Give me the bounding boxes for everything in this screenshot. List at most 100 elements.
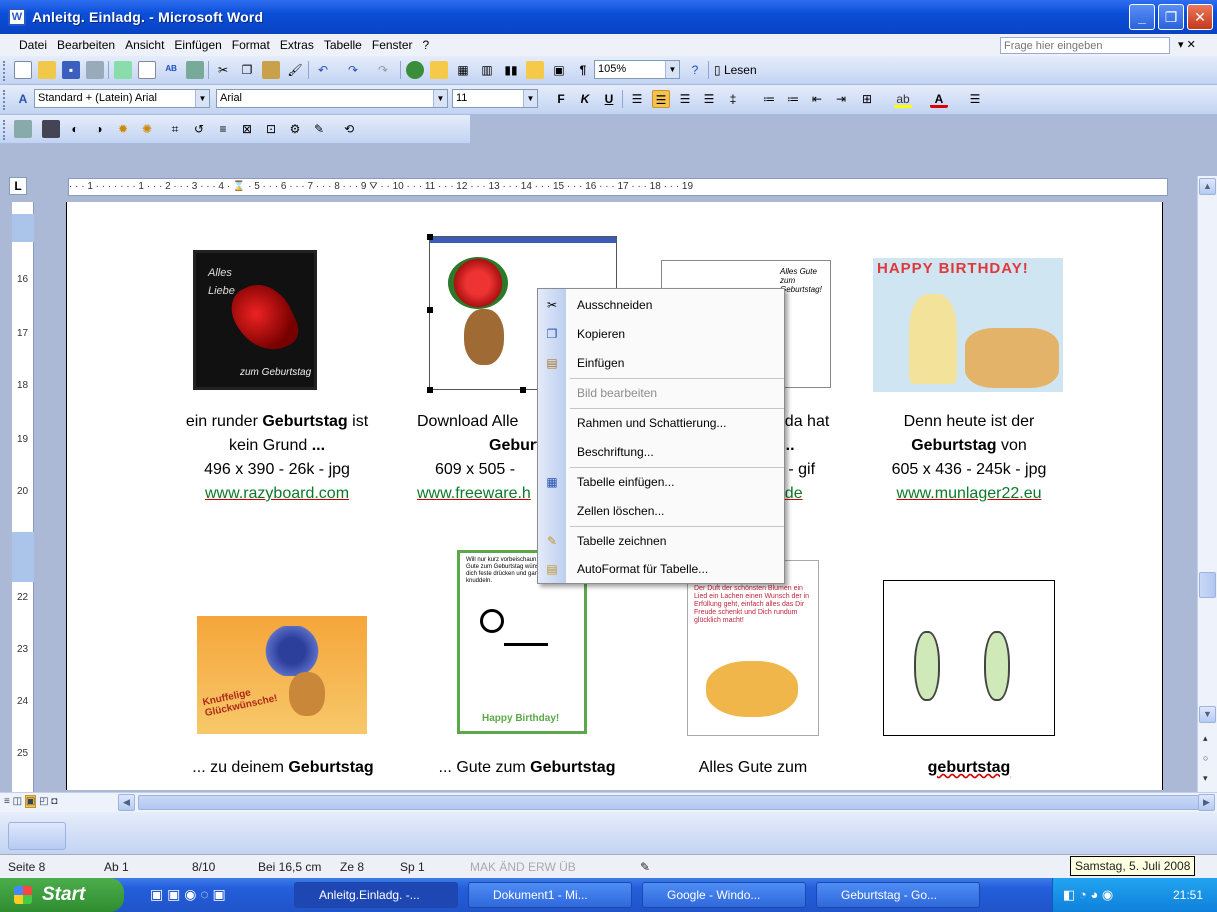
columns-icon[interactable]: ▮▮ xyxy=(502,61,520,79)
ruler-track[interactable]: · · · 1 · · · · · · · 1 · · · 2 · · · 3 … xyxy=(68,178,1168,196)
help-dropdown-icon[interactable]: ▾ ✕ xyxy=(1178,38,1196,51)
menu-format[interactable]: Format xyxy=(227,35,275,55)
task-google[interactable]: Google - Windo... xyxy=(642,882,806,908)
list-styles-icon[interactable]: ☰ xyxy=(966,90,984,108)
bold-icon[interactable]: F xyxy=(552,90,570,108)
scroll-left-icon[interactable]: ◀ xyxy=(118,794,135,811)
redo-icon[interactable]: ↷ xyxy=(344,61,362,79)
horizontal-scrollbar[interactable]: ≡ ◫ ▣ ◰ ◘ ◀ ▶ xyxy=(0,792,1217,812)
decrease-indent-icon[interactable]: ⇤ xyxy=(808,90,826,108)
menu-item-einfuegen[interactable]: ▤ Einfügen xyxy=(538,349,784,378)
highlight-icon[interactable]: ab xyxy=(894,90,912,108)
tray-icons[interactable]: ◧ ◔ ◕ ◉ xyxy=(1063,887,1113,903)
italic-icon[interactable]: K xyxy=(576,90,594,108)
menu-item-rahmen[interactable]: Rahmen und Schattierung... xyxy=(538,409,784,438)
scroll-right-icon[interactable]: ▶ xyxy=(1198,794,1215,811)
scroll-thumb[interactable] xyxy=(1199,572,1216,598)
menu-item-tabelle-einfuegen[interactable]: ▦ Tabelle einfügen... xyxy=(538,468,784,497)
source-link[interactable]: www.freeware.h xyxy=(417,485,531,502)
brightness-less-icon[interactable]: ✺ xyxy=(138,120,156,138)
bullets-icon[interactable]: ≔ xyxy=(784,90,802,108)
brightness-more-icon[interactable]: ✹ xyxy=(114,120,132,138)
browse-object-icon[interactable]: ▴ ○ ▾ xyxy=(1203,728,1208,788)
image-rose[interactable]: Alles Liebe zum Geburtstag xyxy=(193,250,317,390)
help-icon[interactable]: ? xyxy=(686,61,704,79)
undo-icon[interactable]: ↶ xyxy=(314,61,332,79)
drawing-icon[interactable] xyxy=(526,61,544,79)
cut-icon[interactable]: ✂ xyxy=(214,61,232,79)
text-wrapping-icon[interactable]: ⊡ xyxy=(262,120,280,138)
vertical-ruler[interactable]: 16 17 18 19 20 22 23 24 25 xyxy=(12,202,34,792)
copy-icon[interactable]: ❐ xyxy=(238,61,256,79)
minimize-button[interactable]: _ xyxy=(1129,4,1155,30)
task-dokument1[interactable]: Dokument1 - Mi... xyxy=(468,882,632,908)
font-combo[interactable]: Arial ▼ xyxy=(216,89,448,108)
new-document-icon[interactable] xyxy=(14,61,32,79)
menu-help[interactable]: ? xyxy=(418,35,435,55)
scroll-down-icon[interactable]: ▼ xyxy=(1199,706,1216,723)
show-formatting-icon[interactable]: ¶ xyxy=(574,61,592,79)
restore-button[interactable]: ❐ xyxy=(1158,4,1184,30)
set-transparent-icon[interactable]: ✎ xyxy=(310,120,328,138)
source-link[interactable]: www.razyboard.com xyxy=(205,485,349,502)
insert-picture-icon[interactable] xyxy=(14,120,32,138)
menu-item-tabelle-zeichnen[interactable]: ✎ Tabelle zeichnen xyxy=(538,527,784,556)
style-combo[interactable]: Standard + (Latein) Arial ▼ xyxy=(34,89,210,108)
spellcheck-icon[interactable]: ᴬᴮ xyxy=(162,61,180,79)
view-buttons[interactable]: ≡ ◫ ▣ ◰ ◘ xyxy=(4,795,57,808)
styles-icon[interactable]: A xyxy=(14,90,32,108)
source-link[interactable]: www.munlager22.eu xyxy=(897,485,1042,502)
h-scroll-thumb[interactable] xyxy=(138,795,1200,810)
print-icon[interactable] xyxy=(114,61,132,79)
tables-borders-icon[interactable] xyxy=(430,61,448,79)
line-style-icon[interactable]: ≡ xyxy=(214,120,232,138)
align-right-icon[interactable]: ☰ xyxy=(676,90,694,108)
menu-item-beschriftung[interactable]: Beschriftung... xyxy=(538,438,784,467)
menu-item-kopieren[interactable]: ❐ Kopieren xyxy=(538,320,784,349)
close-button[interactable]: ✕ xyxy=(1187,4,1213,30)
toolbar-grip[interactable] xyxy=(3,120,6,140)
task-anleitg[interactable]: Anleitg.Einladg. -... xyxy=(294,882,458,908)
insert-table-toolbar-icon[interactable]: ▦ xyxy=(454,61,472,79)
borders-icon[interactable]: ⊞ xyxy=(858,90,876,108)
paste-icon[interactable] xyxy=(262,61,280,79)
reset-picture-icon[interactable]: ⟲ xyxy=(340,120,358,138)
permission-icon[interactable] xyxy=(86,61,104,79)
toolbar-grip[interactable] xyxy=(3,61,6,81)
menu-ansicht[interactable]: Ansicht xyxy=(120,35,169,55)
menu-einfuegen[interactable]: Einfügen xyxy=(169,35,226,55)
chevron-down-icon[interactable]: ▼ xyxy=(523,90,537,107)
quicklaunch-icons[interactable]: ▣ ▣ ◉ ◌ ▣ xyxy=(150,886,226,903)
hyperlink-icon[interactable] xyxy=(406,61,424,79)
contrast-more-icon[interactable]: ◐ xyxy=(66,120,84,138)
contrast-less-icon[interactable]: ◑ xyxy=(90,120,108,138)
toolbar-grip[interactable] xyxy=(3,90,6,110)
format-painter-icon[interactable]: 🖌 xyxy=(286,61,304,79)
tab-selector[interactable]: L xyxy=(9,177,27,195)
vertical-scrollbar[interactable]: ▲ ▼ ▴ ○ ▾ xyxy=(1197,176,1217,792)
menu-item-ausschneiden[interactable]: ✂ Ausschneiden xyxy=(538,291,784,320)
menu-extras[interactable]: Extras xyxy=(275,35,319,55)
size-combo[interactable]: 11 ▼ xyxy=(452,89,538,108)
document-map-icon[interactable]: ▣ xyxy=(550,61,568,79)
print-preview-icon[interactable] xyxy=(138,61,156,79)
menu-bearbeiten[interactable]: Bearbeiten xyxy=(52,35,120,55)
start-button[interactable]: Start xyxy=(0,878,124,912)
read-button[interactable]: ▯ Lesen xyxy=(714,61,766,79)
menu-item-autoformat[interactable]: ▤ AutoFormat für Tabelle... xyxy=(538,555,784,584)
clock[interactable]: 21:51 xyxy=(1173,888,1203,902)
image-bear-balloons[interactable]: Knuffelige Glückwünsche! xyxy=(197,616,367,734)
spelling-status-icon[interactable]: ✎ xyxy=(640,860,650,874)
word-app-icon[interactable]: W xyxy=(8,8,26,26)
research-icon[interactable] xyxy=(186,61,204,79)
scroll-up-icon[interactable]: ▲ xyxy=(1199,178,1216,195)
menu-datei[interactable]: Datei xyxy=(14,35,52,55)
menu-fenster[interactable]: Fenster xyxy=(367,35,418,55)
status-modes[interactable]: MAK ÄND ERW ÜB xyxy=(470,860,576,874)
line-spacing-icon[interactable]: ‡ xyxy=(724,90,742,108)
redo-disabled-icon[interactable]: ↷ xyxy=(374,61,392,79)
chevron-down-icon[interactable]: ▼ xyxy=(433,90,447,107)
open-folder-icon[interactable] xyxy=(38,61,56,79)
justify-icon[interactable]: ☰ xyxy=(700,90,718,108)
toolbar-handle[interactable] xyxy=(8,822,66,850)
